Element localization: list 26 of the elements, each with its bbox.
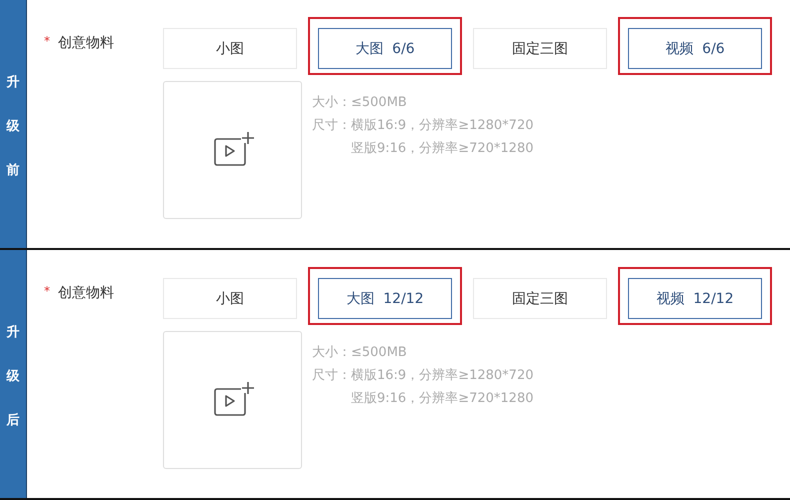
option-button[interactable]: 固定三图 [473, 28, 607, 69]
required-mark: * [44, 34, 50, 48]
hint-text: ≤500MB [351, 344, 408, 362]
hint-text: 竖版9:16，分辨率≥720*1280 [351, 140, 534, 158]
option-button[interactable]: 视频 6/6 [628, 28, 762, 69]
hint-label: 尺寸： [312, 367, 351, 385]
hint-label: 尺寸： [312, 117, 351, 135]
required-mark: * [44, 284, 50, 298]
hint-text: 横版16:9，分辨率≥1280*720 [351, 117, 534, 135]
hint-text: ≤500MB [351, 94, 408, 112]
upload-box[interactable] [163, 81, 302, 219]
option-button[interactable]: 小图 [163, 28, 297, 69]
field-label: 创意物料 [58, 34, 114, 52]
field-label: 创意物料 [58, 284, 114, 302]
hint-label: 大小： [312, 344, 351, 362]
option-button[interactable]: 大图 6/6 [318, 28, 452, 69]
hint-text: 横版16:9，分辨率≥1280*720 [351, 367, 534, 385]
option-button[interactable]: 视频 12/12 [628, 278, 762, 319]
hint-label: 大小： [312, 94, 351, 112]
option-button[interactable]: 小图 [163, 278, 297, 319]
side-label: 升级前 [6, 74, 20, 180]
upload-box[interactable] [163, 331, 302, 469]
hint-text: 竖版9:16，分辨率≥720*1280 [351, 390, 534, 408]
option-button[interactable]: 大图 12/12 [318, 278, 452, 319]
option-button[interactable]: 固定三图 [473, 278, 607, 319]
side-label: 升级后 [6, 324, 20, 430]
